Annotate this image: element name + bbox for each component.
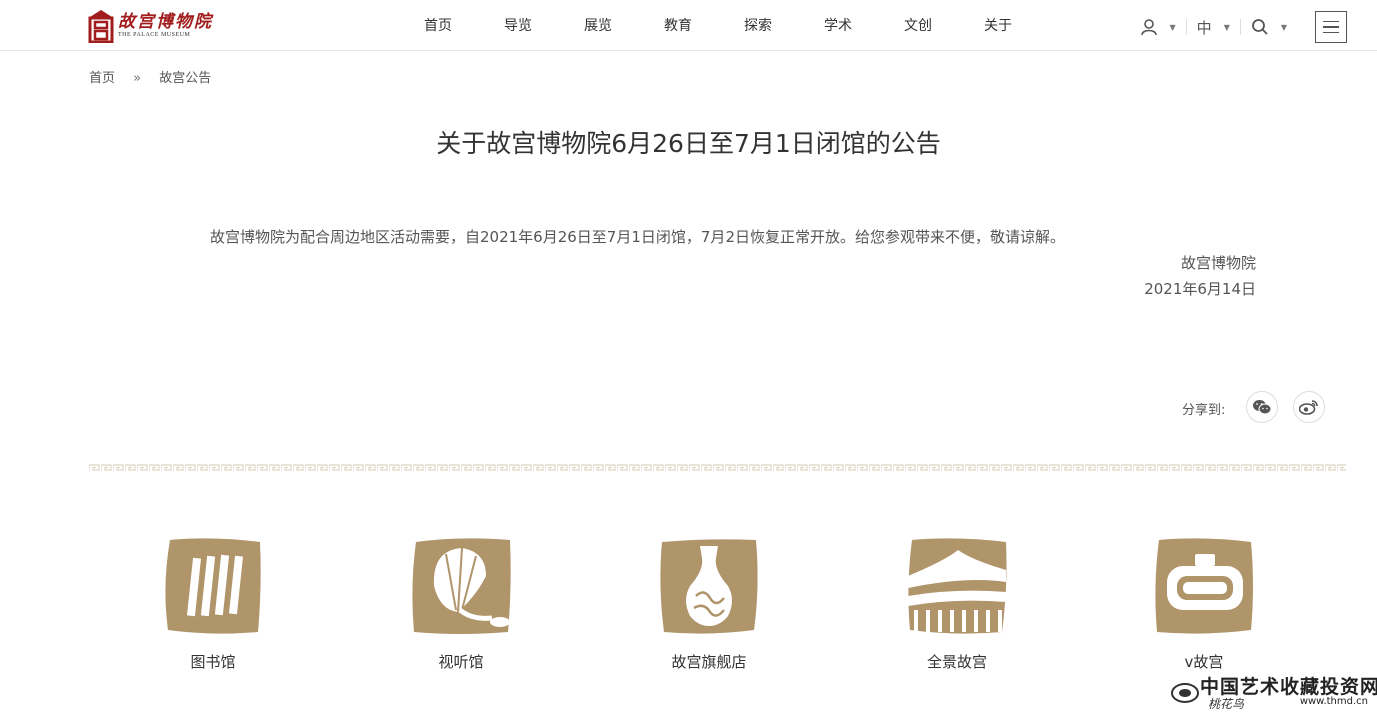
share-weibo-button[interactable] bbox=[1293, 391, 1325, 423]
share-label: 分享到: bbox=[1182, 403, 1226, 418]
hamburger-icon-line bbox=[1323, 26, 1339, 28]
quick-link-label: 全景故宫 bbox=[926, 653, 987, 671]
nav-guide[interactable]: 导览 bbox=[478, 0, 558, 50]
vr-headset-icon bbox=[1155, 538, 1253, 634]
quick-link-label: 故宫旗舰店 bbox=[671, 653, 747, 671]
watermark-url: www.thmd.cn bbox=[1299, 696, 1368, 707]
search-toggle[interactable]: ▼ bbox=[1241, 10, 1297, 44]
nav-home[interactable]: 首页 bbox=[398, 0, 478, 50]
palace-logo-icon bbox=[88, 10, 114, 43]
palace-building-icon bbox=[908, 538, 1007, 634]
page-title: 关于故宫博物院6月26日至7月1日闭馆的公告 bbox=[436, 129, 941, 158]
language-switcher[interactable]: 中 ▼ bbox=[1187, 10, 1240, 44]
chevron-down-icon: ▼ bbox=[1280, 22, 1287, 32]
site-logo[interactable]: 故宫博物院 THE PALACE MUSEUM bbox=[88, 8, 213, 44]
quick-link-panorama[interactable]: 全景故宫 bbox=[877, 536, 1037, 672]
nav-about[interactable]: 关于 bbox=[958, 0, 1038, 50]
article-signature: 故宫博物院 bbox=[1180, 254, 1256, 272]
logo-chinese-text: 故宫博物院 bbox=[118, 12, 213, 32]
quick-link-label: 视听馆 bbox=[438, 653, 484, 671]
user-menu[interactable]: ▼ bbox=[1130, 10, 1186, 44]
wechat-icon bbox=[1253, 400, 1272, 415]
hamburger-menu-button[interactable] bbox=[1315, 11, 1347, 43]
quick-link-v-palace[interactable]: v故宫 bbox=[1124, 536, 1284, 672]
breadcrumb-home[interactable]: 首页 bbox=[89, 71, 115, 86]
watermark: 中国艺术收藏投资网 桃花鸟 www.thmd.cn bbox=[1170, 668, 1377, 714]
hamburger-icon-line bbox=[1323, 20, 1339, 23]
header-tools: ▼ 中 ▼ ▼ bbox=[1130, 10, 1347, 44]
vase-icon bbox=[660, 539, 758, 634]
search-icon bbox=[1251, 19, 1268, 35]
quick-link-flagship-store[interactable]: 故宫旗舰店 bbox=[629, 536, 789, 672]
main-nav: 首页 导览 展览 教育 探索 学术 文创 关于 bbox=[398, 0, 1038, 50]
breadcrumb-separator: » bbox=[133, 71, 142, 86]
nav-academic[interactable]: 学术 bbox=[798, 0, 878, 50]
site-header: 故宫博物院 THE PALACE MUSEUM 首页 导览 展览 教育 探索 学… bbox=[0, 0, 1377, 51]
user-icon bbox=[1140, 19, 1157, 36]
language-label: 中 bbox=[1196, 18, 1212, 37]
watermark-sub: 桃花鸟 bbox=[1208, 697, 1245, 711]
watermark-logo-icon bbox=[1171, 683, 1199, 703]
hamburger-icon-line bbox=[1323, 31, 1339, 34]
chevron-down-icon: ▼ bbox=[1223, 22, 1230, 32]
nav-creative[interactable]: 文创 bbox=[878, 0, 958, 50]
library-books-icon bbox=[165, 538, 261, 634]
quick-link-label: 图书馆 bbox=[190, 653, 236, 671]
nav-explore[interactable]: 探索 bbox=[718, 0, 798, 50]
chevron-down-icon: ▼ bbox=[1169, 22, 1176, 32]
article-date: 2021年6月14日 bbox=[1144, 280, 1256, 298]
decorative-fret-divider bbox=[89, 464, 1346, 472]
nav-education[interactable]: 教育 bbox=[638, 0, 718, 50]
breadcrumb: 首页 » 故宫公告 bbox=[89, 67, 211, 86]
weibo-icon bbox=[1299, 400, 1318, 415]
article-paragraph: 故宫博物院为配合周边地区活动需要，自2021年6月26日至7月1日闭馆，7月2日… bbox=[210, 228, 1065, 246]
quick-link-audio-visual[interactable]: 视听馆 bbox=[381, 536, 541, 672]
nav-exhibitions[interactable]: 展览 bbox=[558, 0, 638, 50]
quick-link-library[interactable]: 图书馆 bbox=[133, 536, 293, 672]
logo-english-text: THE PALACE MUSEUM bbox=[118, 32, 191, 38]
share-wechat-button[interactable] bbox=[1246, 391, 1278, 423]
gramophone-icon bbox=[412, 538, 511, 634]
breadcrumb-current[interactable]: 故宫公告 bbox=[159, 71, 211, 86]
